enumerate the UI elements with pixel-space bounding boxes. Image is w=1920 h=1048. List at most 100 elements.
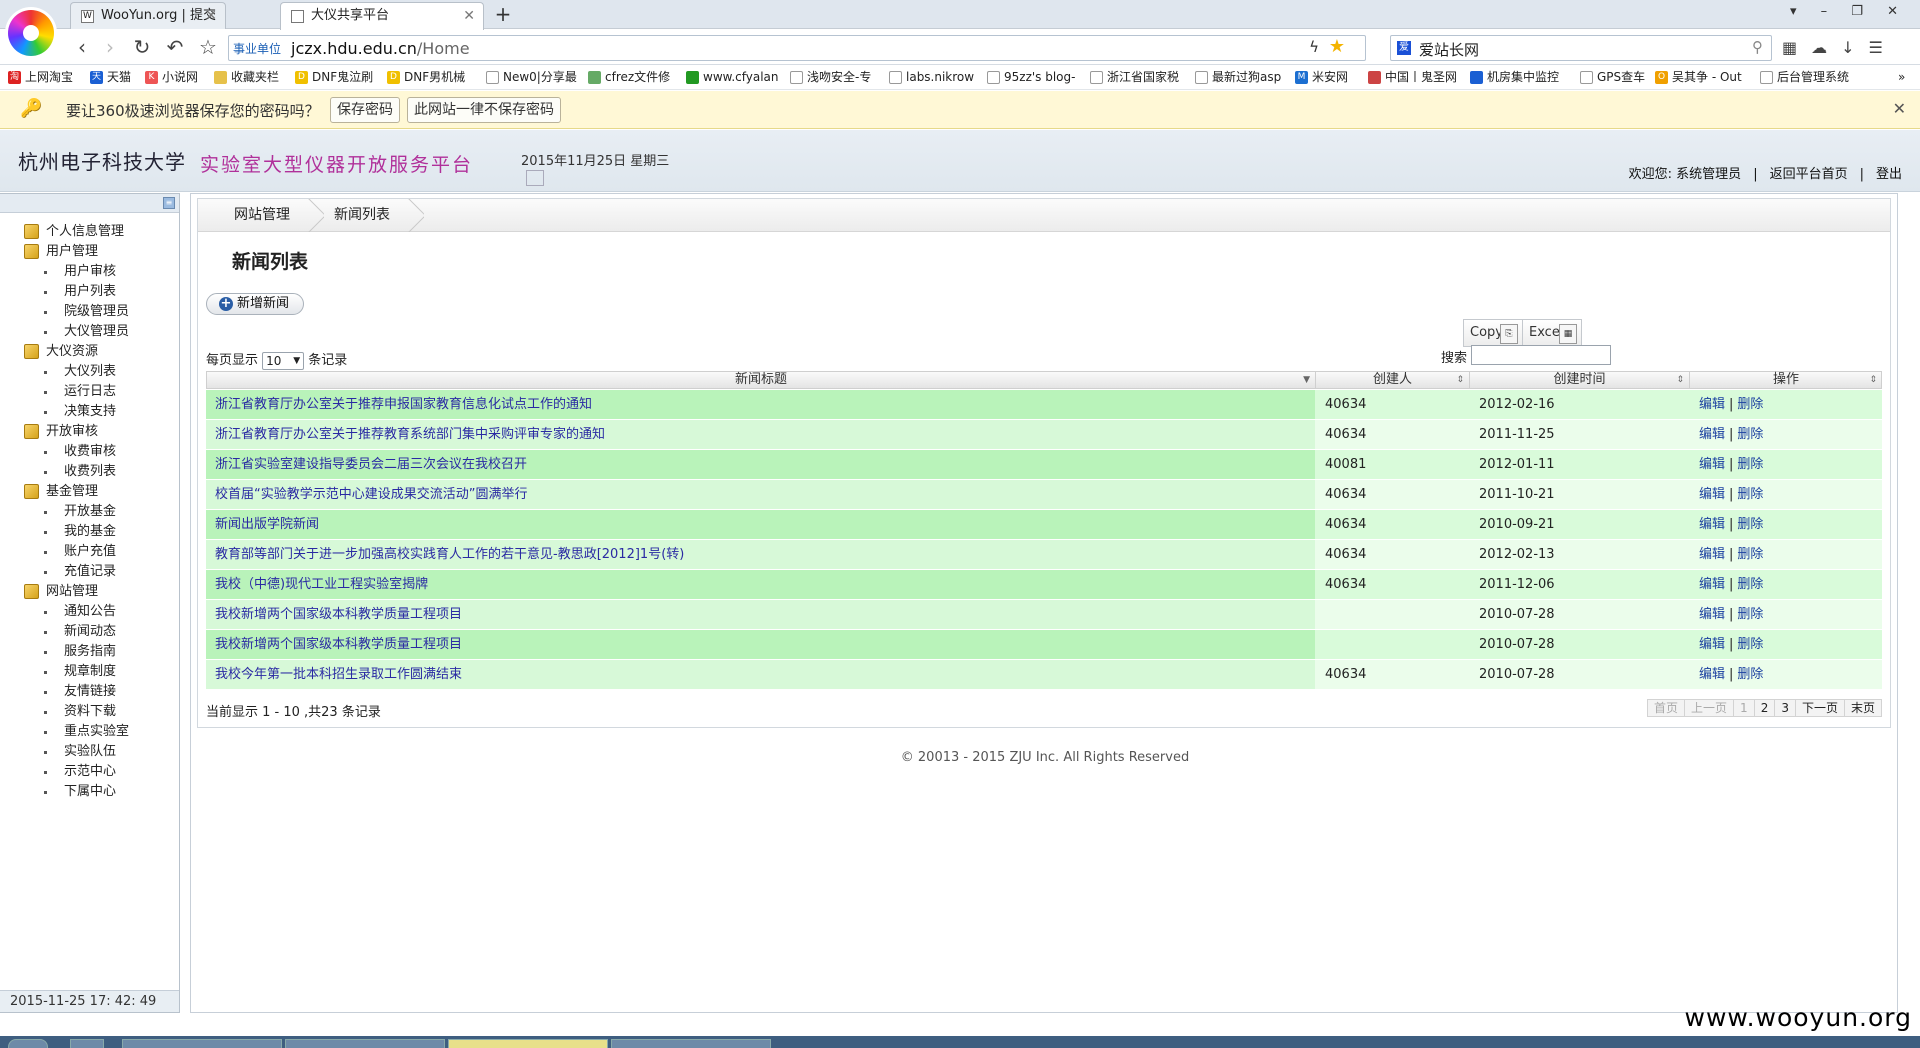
sidebar-item[interactable]: 重点实验室: [44, 722, 129, 742]
edit-link[interactable]: 编辑: [1699, 547, 1725, 562]
close-icon[interactable]: ✕: [1893, 99, 1906, 118]
bookmark-item[interactable]: 天天猫: [90, 69, 131, 86]
column-title[interactable]: 新闻标题 ▼: [207, 372, 1316, 389]
bookmark-item[interactable]: 机房集中监控: [1470, 69, 1559, 86]
sidebar-group[interactable]: 网站管理: [24, 582, 98, 602]
sidebar-item[interactable]: 新闻动态: [44, 622, 116, 642]
new-tab-button[interactable]: +: [492, 0, 514, 28]
news-title-link[interactable]: 我校（中德)现代工业工程实验室揭牌: [206, 570, 1315, 599]
delete-link[interactable]: 删除: [1737, 607, 1763, 622]
prev-page-button[interactable]: 上一页: [1685, 700, 1735, 716]
bookmark-item[interactable]: K 小说网: [145, 69, 198, 86]
tab-wooyun[interactable]: W WooYun.org | 提交漏洞 ✕: [70, 2, 226, 49]
news-title-link[interactable]: 校首届“实验教学示范中心建设成果交流活动”圆满举行: [206, 480, 1315, 509]
delete-link[interactable]: 删除: [1737, 517, 1763, 532]
never-save-button[interactable]: 此网站一律不保存密码: [407, 97, 561, 123]
search-icon[interactable]: ⚲: [1752, 38, 1763, 56]
bookmark-item[interactable]: 浙江省国家税: [1090, 69, 1179, 86]
back-icon[interactable]: ‹: [70, 36, 94, 60]
delete-link[interactable]: 删除: [1737, 427, 1763, 442]
sidebar-item[interactable]: 运行日志: [44, 382, 116, 402]
bookmark-item[interactable]: GPS查车: [1580, 69, 1645, 86]
sidebar-group[interactable]: 开放审核: [24, 422, 98, 442]
delete-link[interactable]: 删除: [1737, 487, 1763, 502]
taskbar-item[interactable]: [611, 1039, 771, 1048]
edit-link[interactable]: 编辑: [1699, 487, 1725, 502]
close-tab-icon[interactable]: ✕: [463, 3, 475, 29]
page-2-button[interactable]: 2: [1755, 700, 1776, 716]
sidebar-item[interactable]: 通知公告: [44, 602, 116, 622]
start-button[interactable]: [8, 1039, 48, 1048]
sidebar-item[interactable]: 规章制度: [44, 662, 116, 682]
news-title-link[interactable]: 浙江省教育厅办公室关于推荐申报国家教育信息化试点工作的通知: [206, 390, 1315, 419]
star-icon[interactable]: ★: [1329, 36, 1345, 57]
bookmark-item[interactable]: 最新过狗asp: [1195, 69, 1281, 86]
sidebar-group[interactable]: 大仪资源: [24, 342, 98, 362]
taskbar-item[interactable]: [122, 1039, 282, 1048]
bookmark-item[interactable]: O 吴其争 - Out: [1655, 69, 1742, 86]
edit-link[interactable]: 编辑: [1699, 427, 1725, 442]
edit-link[interactable]: 编辑: [1699, 457, 1725, 472]
tab-dayi[interactable]: 大仪共享平台 ✕: [280, 2, 484, 30]
copy-button[interactable]: Copy ⎘: [1463, 319, 1523, 347]
sidebar-group[interactable]: 基金管理: [24, 482, 98, 502]
news-title-link[interactable]: 我校今年第一批本科招生录取工作圆满结束: [206, 660, 1315, 689]
bookmark-item[interactable]: 淘上网淘宝: [8, 69, 73, 86]
bolt-icon[interactable]: ϟ: [1309, 38, 1319, 56]
sidebar-item[interactable]: 示范中心: [44, 762, 116, 782]
delete-link[interactable]: 删除: [1737, 577, 1763, 592]
sidebar-item[interactable]: 院级管理员: [44, 302, 129, 322]
taskbar-item[interactable]: [285, 1039, 445, 1048]
sidebar-item[interactable]: 收费审核: [44, 442, 116, 462]
sidebar-item[interactable]: 我的基金: [44, 522, 116, 542]
bookmark-item[interactable]: D DNF男机械: [387, 69, 465, 86]
bookmark-item[interactable]: 中国丨鬼圣网: [1368, 69, 1457, 86]
sidebar-item[interactable]: 实验队伍: [44, 742, 116, 762]
sidebar-item[interactable]: 用户审核: [44, 262, 116, 282]
search-box[interactable]: 爱 爱站长网 ⚲: [1390, 35, 1772, 61]
sidebar-item[interactable]: 资料下载: [44, 702, 116, 722]
taskbar-item-active[interactable]: [448, 1039, 608, 1048]
edit-link[interactable]: 编辑: [1699, 607, 1725, 622]
sidebar-item[interactable]: 用户列表: [44, 282, 116, 302]
bookmark-item[interactable]: www.cfyalan: [686, 69, 779, 86]
delete-link[interactable]: 删除: [1737, 637, 1763, 652]
first-page-button[interactable]: 首页: [1648, 700, 1686, 716]
bookmark-item[interactable]: 浅吻安全-专: [790, 69, 871, 86]
news-title-link[interactable]: 我校新增两个国家级本科教学质量工程项目: [206, 600, 1315, 629]
close-tab-icon[interactable]: ✕: [205, 3, 217, 29]
edit-link[interactable]: 编辑: [1699, 667, 1725, 682]
favorite-icon[interactable]: ☆: [196, 36, 220, 60]
forward-icon[interactable]: ›: [98, 36, 122, 60]
bookmark-item[interactable]: M 米安网: [1295, 69, 1348, 86]
browser-tools[interactable]: ▦☁↓☰: [1782, 38, 1897, 57]
more-bookmarks-icon[interactable]: »: [1898, 69, 1905, 86]
sidebar-group[interactable]: 用户管理: [24, 242, 98, 262]
column-actions[interactable]: 操作 ⇕: [1690, 372, 1882, 389]
column-creator[interactable]: 创建人 ⇕: [1316, 372, 1470, 389]
bookmark-item[interactable]: New0|分享最: [486, 69, 577, 86]
add-news-button[interactable]: + 新增新闻: [206, 293, 305, 315]
back-home-link[interactable]: 返回平台首页: [1770, 167, 1848, 182]
reload-icon[interactable]: ↻: [130, 36, 154, 60]
bookmark-folder[interactable]: 收藏夹栏: [214, 69, 279, 86]
bookmark-item[interactable]: cfrez文件修: [588, 69, 670, 86]
sidebar-item[interactable]: 开放基金: [44, 502, 116, 522]
window-controls[interactable]: ▾ – ❐ ✕: [1790, 4, 1908, 19]
edit-link[interactable]: 编辑: [1699, 637, 1725, 652]
sidebar-item[interactable]: 友情链接: [44, 682, 116, 702]
breadcrumb-site-management[interactable]: 网站管理: [234, 199, 290, 232]
excel-button[interactable]: Excel ▦: [1522, 319, 1582, 347]
bookmark-item[interactable]: D DNF鬼泣刷: [295, 69, 373, 86]
undo-icon[interactable]: ↶: [163, 36, 187, 60]
last-page-button[interactable]: 末页: [1845, 700, 1881, 716]
sidebar-item[interactable]: 大仪管理员: [44, 322, 129, 342]
url-input[interactable]: 事业单位 jczx.hdu.edu.cn/Home ϟ ★: [228, 35, 1366, 61]
page-length-select[interactable]: 10: [262, 351, 305, 370]
sidebar-item[interactable]: 账户充值: [44, 542, 116, 562]
page-3-button[interactable]: 3: [1775, 700, 1796, 716]
edit-link[interactable]: 编辑: [1699, 397, 1725, 412]
taskbar-item[interactable]: [70, 1039, 104, 1048]
news-title-link[interactable]: 教育部等部门关于进一步加强高校实践育人工作的若干意见-教思政[2012]1号(转…: [206, 540, 1315, 569]
search-input[interactable]: [1471, 345, 1611, 365]
